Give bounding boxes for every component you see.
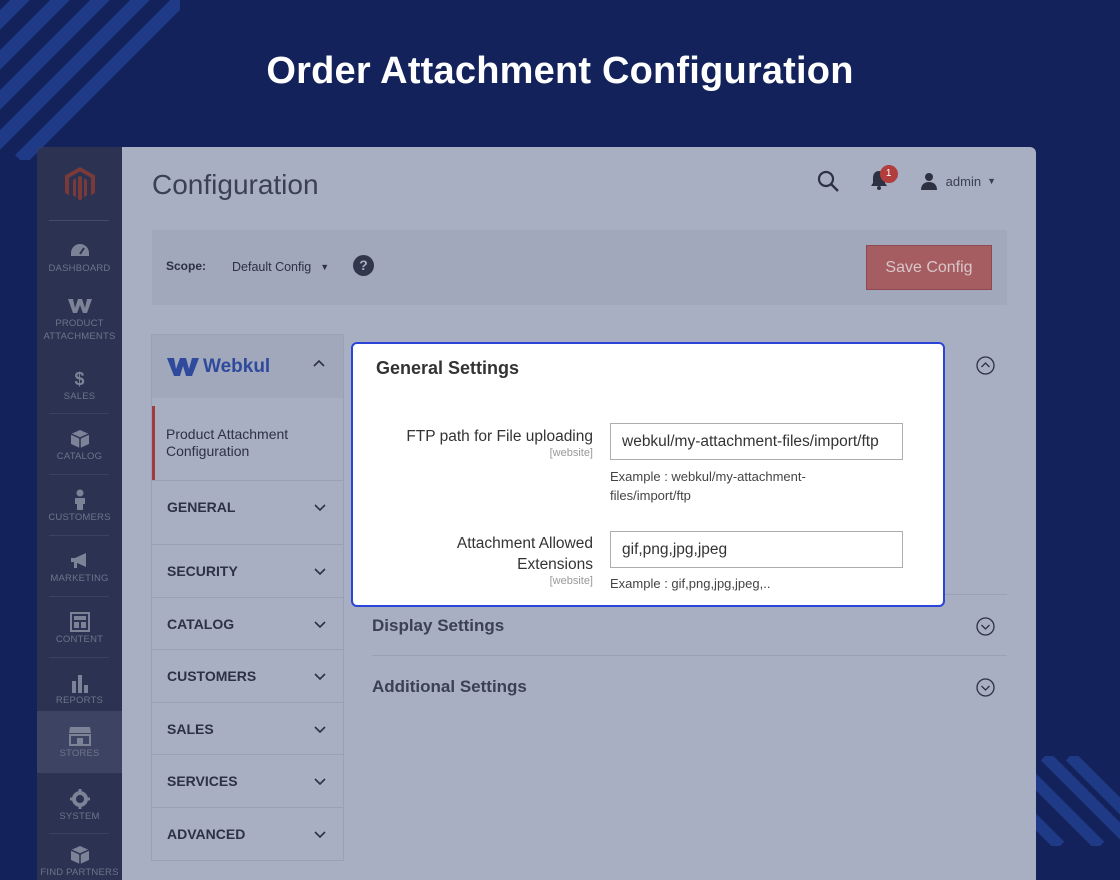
tab-section-general[interactable]: GENERAL	[152, 480, 343, 532]
webkul-logo: Webkul	[167, 356, 270, 378]
webkul-w-icon	[67, 299, 92, 313]
admin-sidebar: DASHBOARD PRODUCT ATTACHMENTS $ SALES CA…	[37, 147, 122, 880]
sidebar-item-find-partners[interactable]: FIND PARTNERS	[37, 837, 122, 880]
chevron-down-icon	[314, 778, 326, 786]
expand-circle-icon	[976, 616, 995, 636]
box-icon	[70, 429, 89, 448]
ftp-path-scope: [website]	[549, 447, 593, 459]
search-icon[interactable]	[816, 169, 840, 193]
caret-down-icon: ▼	[987, 176, 996, 186]
sidebar-divider	[49, 596, 109, 597]
sidebar-divider	[49, 535, 109, 536]
sidebar-item-marketing[interactable]: MARKETING	[37, 537, 122, 597]
allowed-extensions-label: Attachment Allowed Extensions [website]	[403, 533, 593, 587]
tab-section-customers[interactable]: CUSTOMERS	[152, 649, 343, 701]
user-icon	[920, 173, 937, 190]
sidebar-item-content[interactable]: CONTENT	[37, 598, 122, 658]
page-title: Configuration	[152, 169, 319, 200]
header-actions: 1 admin ▼	[816, 165, 996, 193]
sidebar-item-customers[interactable]: CUSTOMERS	[37, 476, 122, 536]
allowed-extensions-scope: [website]	[549, 575, 593, 587]
tab-section-services[interactable]: SERVICES	[152, 754, 343, 806]
dashboard-icon	[70, 243, 89, 256]
chevron-down-icon	[314, 568, 326, 576]
sidebar-item-dashboard[interactable]: DASHBOARD	[37, 227, 122, 287]
tab-product-attachment-configuration[interactable]: Product Attachment Configuration	[152, 406, 343, 480]
chevron-down-icon	[314, 504, 326, 512]
chevron-down-icon	[314, 621, 326, 629]
sidebar-divider	[49, 220, 109, 221]
cube-icon	[70, 845, 89, 864]
section-additional-settings[interactable]: Additional Settings	[372, 657, 1007, 717]
expand-circle-icon	[976, 677, 995, 697]
help-icon[interactable]: ?	[353, 255, 374, 276]
notification-badge: 1	[879, 165, 898, 183]
save-config-button[interactable]: Save Config	[866, 245, 992, 290]
scope-value: Default Config	[232, 260, 312, 274]
tab-section-advanced[interactable]: ADVANCED	[152, 807, 343, 859]
chevron-down-icon	[314, 673, 326, 681]
general-settings-title: General Settings	[376, 358, 520, 378]
magento-logo[interactable]	[37, 147, 122, 221]
bar-chart-icon	[71, 674, 88, 693]
webkul-w-icon	[167, 357, 199, 376]
decorative-stripes-bottom-right	[1030, 756, 1120, 846]
chevron-down-icon	[314, 831, 326, 839]
dollar-icon: $	[74, 368, 85, 389]
collapse-circle-icon[interactable]	[976, 356, 995, 375]
sidebar-item-catalog[interactable]: CATALOG	[37, 415, 122, 475]
scope-switcher[interactable]: Default Config ▼	[232, 256, 329, 278]
sidebar-divider	[49, 474, 109, 475]
person-icon	[74, 489, 85, 510]
chevron-up-icon	[313, 359, 325, 367]
section-divider	[372, 655, 1007, 656]
user-name: admin	[945, 173, 982, 189]
sidebar-item-stores[interactable]: STORES	[37, 711, 122, 773]
layout-icon	[69, 611, 90, 632]
gear-icon	[69, 788, 90, 809]
banner-title: Order Attachment Configuration	[266, 50, 854, 92]
allowed-extensions-note: Example : gif,png,jpg,jpeg,..	[610, 576, 771, 591]
megaphone-icon	[70, 552, 86, 568]
user-menu[interactable]: admin ▼	[920, 172, 996, 190]
sidebar-divider	[49, 657, 109, 658]
scope-bar: Scope: Default Config ▼ ? Save Config	[152, 230, 1007, 305]
sidebar-item-product-attachments[interactable]: PRODUCT ATTACHMENTS	[37, 287, 122, 351]
scope-label: Scope:	[166, 259, 207, 273]
sidebar-item-system[interactable]: SYSTEM	[37, 775, 122, 835]
tab-section-security[interactable]: SECURITY	[152, 544, 343, 596]
ftp-path-label: FTP path for File uploading [website]	[406, 428, 593, 459]
tab-group-webkul[interactable]: Webkul	[152, 335, 343, 398]
general-settings-panel: General Settings FTP path for File uploa…	[351, 342, 945, 607]
ftp-path-input[interactable]	[610, 423, 903, 460]
tab-section-catalog[interactable]: CATALOG	[152, 597, 343, 649]
tab-section-sales[interactable]: SALES	[152, 702, 343, 754]
magento-logo-icon	[64, 167, 95, 201]
sidebar-divider	[49, 413, 109, 414]
webkul-label: Webkul	[203, 355, 271, 377]
notifications-button[interactable]: 1	[870, 165, 898, 192]
store-icon	[68, 726, 91, 746]
config-tabs: Webkul Product Attachment Configuration …	[151, 334, 344, 861]
allowed-extensions-input[interactable]	[610, 531, 903, 568]
caret-down-icon: ▼	[320, 262, 330, 272]
sidebar-item-sales[interactable]: $ SALES	[37, 355, 122, 415]
sidebar-item-reports[interactable]: REPORTS	[37, 659, 122, 719]
ftp-path-note: Example : webkul/my-attachment-files/imp…	[610, 469, 806, 503]
chevron-down-icon	[314, 726, 326, 734]
sidebar-divider	[49, 833, 109, 834]
